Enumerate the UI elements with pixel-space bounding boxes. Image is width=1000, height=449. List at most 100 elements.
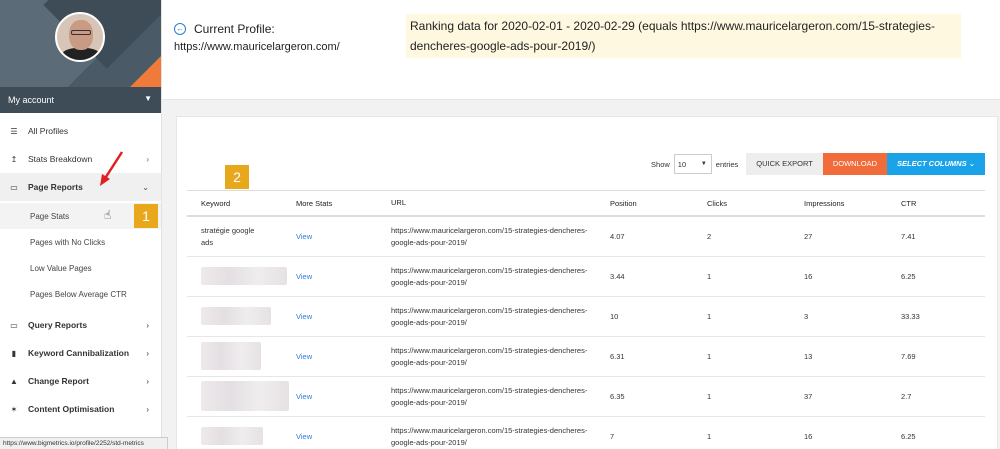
cell-ctr: 6.25 (901, 432, 916, 441)
sidebar-item-keyword-cannibalization[interactable]: ▮ Keyword Cannibalization › (0, 339, 161, 367)
table-row: View https://www.mauricelargeron.com/15-… (187, 417, 985, 449)
cell-ctr: 7.41 (901, 232, 916, 241)
cell-url: https://www.mauricelargeron.com/15-strat… (391, 305, 588, 327)
quick-export-button[interactable]: QUICK EXPORT (746, 153, 823, 175)
back-arrow-icon[interactable]: ← (174, 23, 186, 35)
cell-clicks: 1 (707, 272, 712, 281)
cell-keyword-redacted (187, 341, 284, 372)
my-account-label: My account (8, 95, 55, 105)
cell-keyword-redacted (187, 306, 284, 327)
entries-select-value: 10 (677, 160, 687, 169)
select-columns-button[interactable]: SELECT COLUMNS ⌄ (887, 153, 985, 175)
chevron-down-icon: ⌄ (968, 159, 975, 168)
cell-clicks: 1 (707, 352, 712, 361)
col-keyword[interactable]: Keyword (187, 199, 284, 208)
cell-position: 4.07 (610, 232, 625, 241)
page-stats-card: 2 Show 10 ▼ entries QUICK EXPORT DOWNLOA… (176, 116, 998, 449)
select-columns-label: SELECT COLUMNS (897, 159, 967, 168)
entries-select[interactable]: 10 ▼ (673, 154, 712, 174)
cell-url: https://www.mauricelargeron.com/15-strat… (391, 225, 588, 247)
cell-position: 7 (610, 432, 615, 441)
col-position[interactable]: Position (598, 199, 695, 208)
view-link[interactable]: View (284, 272, 381, 281)
table-header: Keyword More Stats URL Position Clicks I… (187, 190, 985, 217)
annotation-badge-2: 2 (225, 165, 249, 189)
chevron-right-icon: › (146, 404, 149, 414)
cell-ctr: 7.69 (901, 352, 916, 361)
view-link[interactable]: View (284, 392, 381, 401)
cell-clicks: 1 (707, 312, 712, 321)
chevron-right-icon: › (146, 320, 149, 330)
cell-impressions: 16 (804, 272, 813, 281)
col-more-stats[interactable]: More Stats (284, 199, 381, 208)
col-ctr[interactable]: CTR (889, 199, 985, 208)
cell-position: 6.31 (610, 352, 625, 361)
sidebar-nav: ☰ All Profiles ↥ Stats Breakdown › ▭ Pag… (0, 117, 161, 201)
cell-ctr: 2.7 (901, 392, 912, 401)
cell-keyword-redacted (187, 266, 287, 287)
ranking-banner: Ranking data for 2020-02-01 - 2020-02-29… (406, 14, 961, 58)
avatar[interactable] (55, 12, 105, 62)
table-row: stratégie google ads View https://www.ma… (187, 217, 985, 257)
sidebar-item-label: Stats Breakdown (28, 154, 93, 164)
browser-status-bar: https://www.bigmetrics.io/profile/2252/s… (0, 437, 168, 449)
download-button[interactable]: DOWNLOAD (822, 153, 888, 175)
cell-ctr: 33.33 (901, 312, 920, 321)
view-link[interactable]: View (284, 232, 381, 241)
sidebar-header: My account ▼ (0, 0, 161, 113)
cell-impressions: 3 (804, 312, 809, 321)
view-link[interactable]: View (284, 352, 381, 361)
sidebar-item-all-profiles[interactable]: ☰ All Profiles (0, 117, 161, 145)
hand-cursor-icon: ☝ (104, 208, 112, 222)
col-impressions[interactable]: Impressions (792, 199, 889, 208)
cell-url: https://www.mauricelargeron.com/15-strat… (391, 425, 588, 447)
cell-position: 3.44 (610, 272, 625, 281)
sidebar-item-label: All Profiles (28, 126, 69, 136)
profile-url: https://www.mauricelargeron.com/ (174, 41, 340, 53)
cell-impressions: 16 (804, 432, 813, 441)
sidebar-subitem-low-value-pages[interactable]: Low Value Pages (0, 255, 161, 281)
sidebar: My account ▼ ☰ All Profiles ↥ Stats Brea… (0, 0, 162, 449)
table-row: View https://www.mauricelargeron.com/15-… (187, 257, 985, 297)
cell-clicks: 1 (707, 392, 712, 401)
sidebar-item-content-optimisation[interactable]: ✶ Content Optimisation › (0, 395, 161, 423)
page-icon: ▭ (10, 182, 18, 192)
view-link[interactable]: View (284, 312, 381, 321)
sidebar-subitem-pages-no-clicks[interactable]: Pages with No Clicks (0, 229, 161, 255)
sidebar-subitem-page-stats[interactable]: Page Stats ☝ 1 (0, 203, 161, 229)
sidebar-item-stats-breakdown[interactable]: ↥ Stats Breakdown › (0, 145, 161, 173)
cell-clicks: 1 (707, 432, 712, 441)
my-account-menu[interactable]: My account ▼ (0, 87, 161, 113)
cell-keyword-redacted (187, 380, 289, 413)
col-url[interactable]: URL (381, 197, 598, 209)
sidebar-nav-lower: ▭ Query Reports › ▮ Keyword Cannibalizat… (0, 311, 161, 423)
sidebar-subitem-label: Pages with No Clicks (30, 237, 106, 247)
profile-label: Current Profile: (194, 22, 275, 36)
cell-ctr: 6.25 (901, 272, 916, 281)
chart-icon: ↥ (10, 154, 18, 164)
cell-clicks: 2 (707, 232, 712, 241)
sidebar-item-page-reports[interactable]: ▭ Page Reports ⌄ (0, 173, 161, 201)
page-reports-submenu: Page Stats ☝ 1 Pages with No Clicks Low … (0, 203, 161, 307)
sidebar-item-label: Query Reports (28, 320, 88, 330)
sidebar-item-query-reports[interactable]: ▭ Query Reports › (0, 311, 161, 339)
view-link[interactable]: View (284, 432, 381, 441)
sidebar-subitem-label: Pages Below Average CTR (30, 289, 127, 299)
cell-position: 10 (610, 312, 619, 321)
cell-impressions: 13 (804, 352, 813, 361)
table-row: View https://www.mauricelargeron.com/15-… (187, 297, 985, 337)
cell-url: https://www.mauricelargeron.com/15-strat… (391, 345, 588, 367)
sidebar-item-change-report[interactable]: ▲ Change Report › (0, 367, 161, 395)
entries-label: entries (715, 159, 739, 169)
sidebar-item-label: Content Optimisation (28, 404, 115, 414)
chevron-down-icon: ▼ (144, 94, 152, 103)
cell-keyword: stratégie google ads (201, 225, 255, 247)
page-stats-table: Keyword More Stats URL Position Clicks I… (187, 190, 985, 449)
cell-impressions: 37 (804, 392, 813, 401)
sidebar-item-label: Keyword Cannibalization (28, 348, 130, 358)
cell-url: https://www.mauricelargeron.com/15-strat… (391, 385, 588, 407)
sidebar-subitem-below-avg-ctr[interactable]: Pages Below Average CTR (0, 281, 161, 307)
sidebar-item-label: Change Report (28, 376, 89, 386)
cell-url: https://www.mauricelargeron.com/15-strat… (391, 265, 588, 287)
col-clicks[interactable]: Clicks (695, 199, 792, 208)
